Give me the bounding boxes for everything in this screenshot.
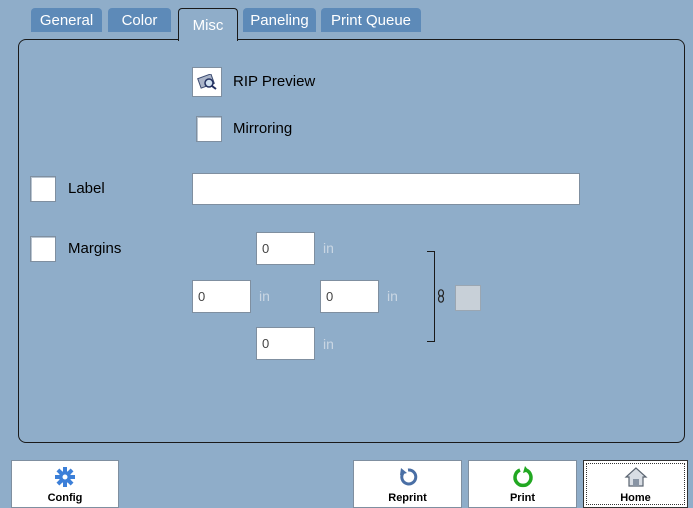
tab-color[interactable]: Color (108, 8, 171, 32)
margin-left-input[interactable]: 0 (192, 280, 251, 313)
margins-checkbox[interactable] (30, 236, 56, 262)
margins-bracket (427, 251, 435, 342)
home-button[interactable]: Home (583, 460, 688, 508)
margin-top-input[interactable]: 0 (256, 232, 315, 265)
focus-outline (586, 463, 685, 505)
label-label: Label (68, 180, 105, 197)
margin-right-input[interactable]: 0 (320, 280, 379, 313)
label-checkbox[interactable] (30, 176, 56, 202)
rip-preview-button[interactable] (192, 67, 222, 97)
chain-link-icon (437, 289, 445, 303)
label-input[interactable] (192, 173, 580, 205)
circular-arrow-icon (512, 466, 533, 488)
tab-general[interactable]: General (31, 8, 102, 32)
print-label: Print (509, 492, 536, 504)
mirroring-label: Mirroring (233, 120, 293, 137)
tab-misc-label: Misc (192, 17, 224, 34)
margins-label: Margins (68, 240, 122, 257)
tab-misc[interactable]: Misc (178, 8, 238, 41)
margin-bottom-unit: in (323, 336, 334, 352)
print-button[interactable]: Print (468, 460, 577, 508)
reprint-button[interactable]: Reprint (353, 460, 462, 508)
config-label: Config (47, 492, 83, 504)
config-button[interactable]: Config (11, 460, 119, 508)
link-margins-checkbox[interactable] (455, 285, 481, 311)
mirroring-checkbox[interactable] (196, 116, 222, 142)
reprint-label: Reprint (388, 492, 427, 504)
tab-print-queue[interactable]: Print Queue (321, 8, 421, 32)
tab-paneling[interactable]: Paneling (243, 8, 316, 32)
margin-left-unit: in (259, 288, 270, 304)
gear-icon (55, 467, 75, 487)
magnifier-icon (197, 74, 217, 90)
margin-bottom-input[interactable]: 0 (256, 327, 315, 360)
refresh-arrow-icon (399, 468, 417, 486)
margin-top-unit: in (323, 240, 334, 256)
rip-preview-label: RIP Preview (233, 73, 316, 90)
margin-right-unit: in (387, 288, 398, 304)
